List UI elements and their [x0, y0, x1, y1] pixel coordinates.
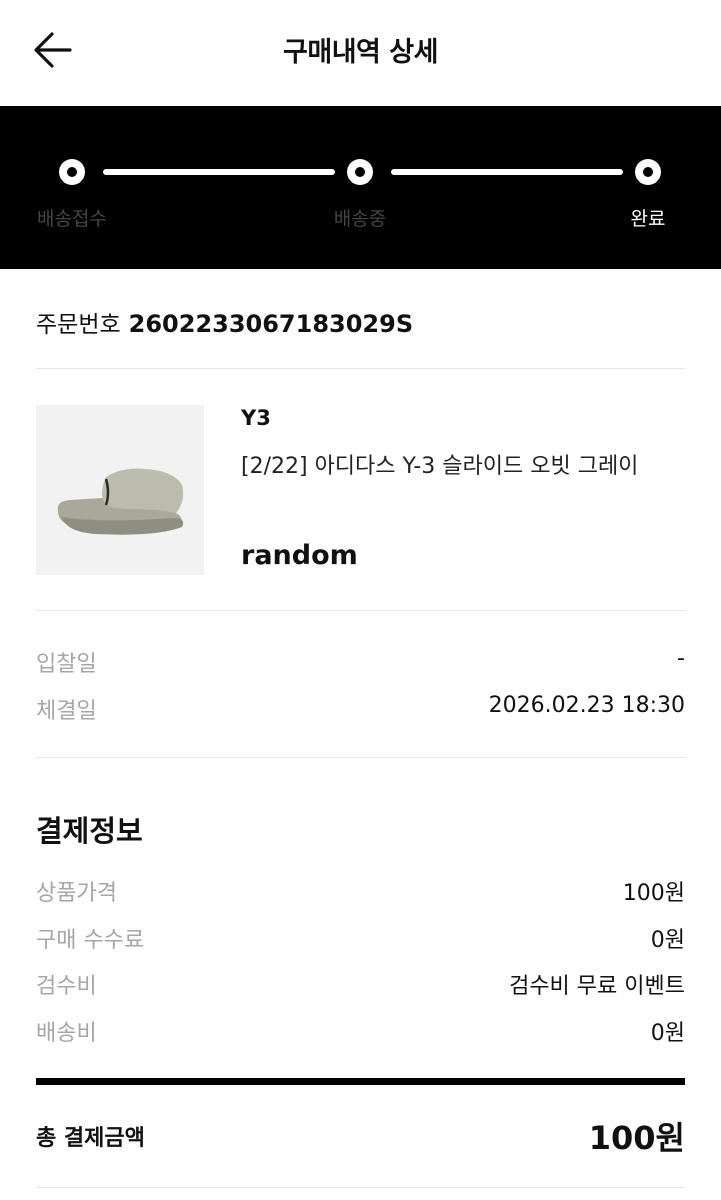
bid-date-value: - [677, 646, 685, 671]
inspection-value: 검수비 무료 이벤트 [509, 974, 685, 999]
payment-row-shipping: 배송비 0원 [36, 1015, 685, 1047]
progress-line [391, 169, 623, 175]
fee-value: 0원 [650, 928, 685, 953]
fee-label: 구매 수수료 [36, 928, 145, 953]
bid-date-row: 입찰일 - [36, 646, 685, 678]
inspection-label: 검수비 [36, 974, 97, 999]
delivery-progress: 배송접수 배송중 완료 [0, 106, 721, 269]
payment-row-fee: 구매 수수료 0원 [36, 922, 685, 954]
product-name[interactable]: [2/22] 아디다스 Y-3 슬라이드 오빗 그레이 [241, 448, 638, 480]
product-option: random [241, 540, 358, 571]
payment-row-inspection: 검수비 검수비 무료 이벤트 [36, 968, 685, 1000]
bid-date-label: 입찰일 [36, 652, 97, 677]
product-brand: Y3 [241, 406, 271, 430]
total-divider [36, 1078, 685, 1085]
contract-date-label: 체결일 [36, 699, 97, 724]
shipping-label: 배송비 [36, 1021, 97, 1046]
slide-sandal-image [57, 468, 184, 535]
divider [36, 757, 685, 758]
divider [36, 1187, 685, 1188]
product-image[interactable] [36, 405, 204, 575]
step-label-complete: 완료 [630, 208, 666, 230]
step-dot-complete [635, 159, 661, 185]
total-value: 100원 [588, 1119, 685, 1157]
price-value: 100원 [622, 881, 685, 906]
total-label: 총 결제금액 [36, 1126, 145, 1151]
step-dot-shipping [347, 159, 373, 185]
payment-section-title: 결제정보 [36, 814, 143, 848]
contract-date-row: 체결일 2026.02.23 18:30 [36, 693, 685, 725]
progress-line [103, 169, 335, 175]
step-label-received: 배송접수 [37, 208, 107, 230]
price-label: 상품가격 [36, 881, 117, 906]
order-number: 2602233067183029S [128, 310, 414, 338]
payment-row-price: 상품가격 100원 [36, 875, 685, 907]
divider [36, 610, 685, 611]
contract-date-value: 2026.02.23 18:30 [488, 693, 685, 718]
top-bar: 구매내역 상세 [0, 0, 721, 106]
page-title: 구매내역 상세 [283, 37, 438, 68]
order-number-row: 주문번호 2602233067183029S [36, 305, 413, 339]
order-number-label: 주문번호 [36, 312, 121, 338]
step-dot-received [59, 159, 85, 185]
divider [36, 368, 685, 369]
shipping-value: 0원 [650, 1021, 685, 1046]
step-label-shipping: 배송중 [333, 208, 387, 230]
